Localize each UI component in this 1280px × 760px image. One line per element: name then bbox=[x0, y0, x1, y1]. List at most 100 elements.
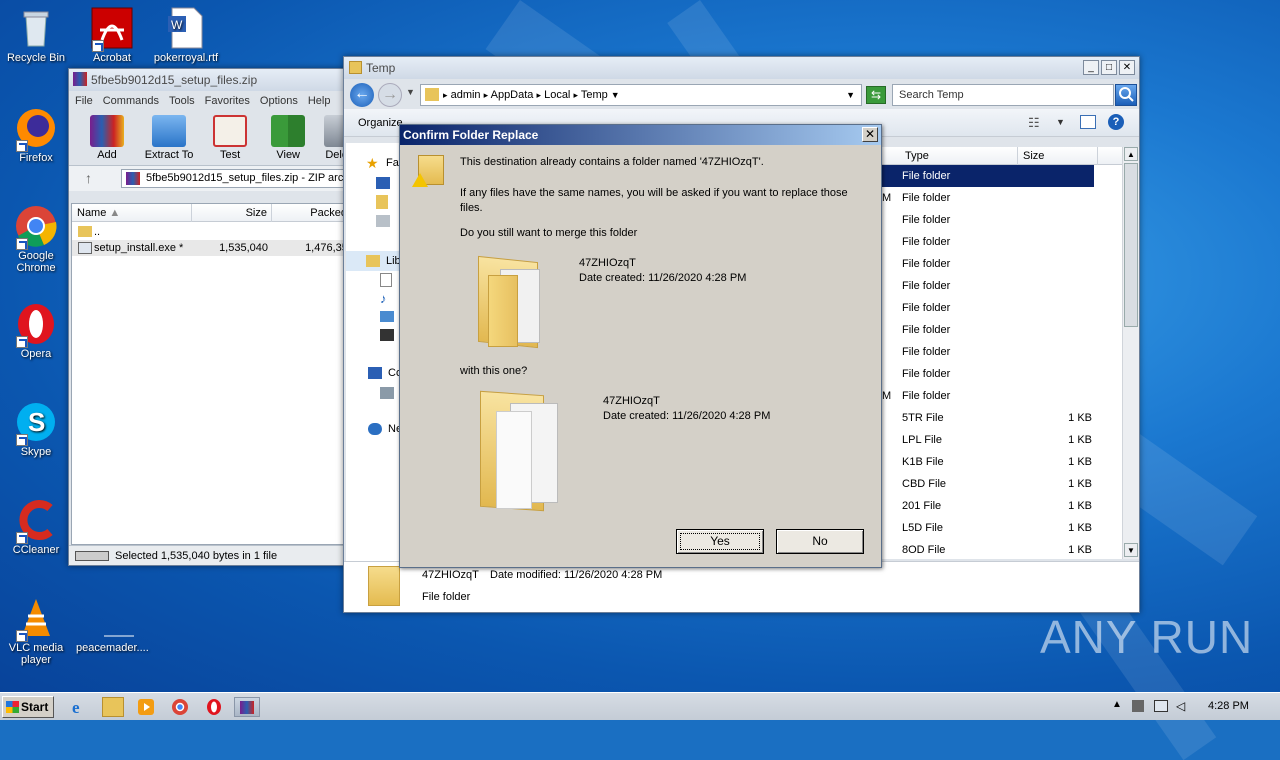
row-type: File folder bbox=[902, 390, 951, 402]
desktop-icon-recycle-bin[interactable]: Recycle Bin bbox=[0, 6, 72, 64]
file-row[interactable]: K1B File 1 KB bbox=[882, 451, 1122, 473]
maximize-button[interactable]: □ bbox=[1101, 60, 1117, 75]
file-row[interactable]: LPL File 1 KB bbox=[882, 429, 1122, 451]
recent-pages-chevron-icon[interactable]: ▼ bbox=[406, 87, 415, 97]
menu-options[interactable]: Options bbox=[260, 95, 298, 107]
search-icon[interactable] bbox=[1115, 84, 1137, 106]
winrar-taskbar-icon[interactable] bbox=[234, 697, 260, 717]
file-row[interactable]: File folder bbox=[882, 275, 1122, 297]
desktop-icon-acrobat[interactable]: Acrobat bbox=[76, 6, 148, 64]
breadcrumb-temp[interactable]: Temp bbox=[581, 89, 608, 101]
menu-file[interactable]: File bbox=[75, 95, 93, 107]
organize-button[interactable]: Organize bbox=[358, 117, 403, 129]
file-row[interactable]: File folder bbox=[882, 319, 1122, 341]
col-type[interactable]: Type bbox=[900, 147, 1018, 165]
dialog-close-button[interactable]: ✕ bbox=[862, 127, 878, 142]
file-row[interactable]: File folder bbox=[882, 165, 1094, 187]
scroll-down-icon[interactable]: ▼ bbox=[1124, 543, 1138, 557]
breadcrumb-appdata[interactable]: AppData bbox=[491, 89, 534, 101]
file-row[interactable]: File folder bbox=[882, 363, 1122, 385]
back-button[interactable]: ← bbox=[350, 83, 374, 107]
row-size: 1 KB bbox=[1068, 500, 1092, 512]
address-dropdown-icon[interactable]: ▼ bbox=[846, 85, 855, 105]
preview-pane-icon[interactable] bbox=[1080, 115, 1096, 129]
file-row[interactable]: M File folder bbox=[882, 385, 1122, 407]
desktop-icon-opera[interactable]: Opera bbox=[0, 302, 72, 360]
breadcrumb-local[interactable]: Local bbox=[544, 89, 570, 101]
file-row[interactable]: L5D File 1 KB bbox=[882, 517, 1122, 539]
winrar-titlebar[interactable]: 5fbe5b9012d15_setup_files.zip bbox=[69, 69, 357, 91]
file-row[interactable]: 5TR File 1 KB bbox=[882, 407, 1122, 429]
col-size[interactable]: Size bbox=[1018, 147, 1098, 165]
test-clipboard-icon bbox=[213, 115, 248, 147]
desktop-icon-skype[interactable]: S Skype bbox=[0, 400, 72, 458]
desktop-icon-vlc[interactable]: VLC media player bbox=[0, 596, 72, 666]
breadcrumb-admin[interactable]: admin bbox=[451, 89, 481, 101]
file-row[interactable]: File folder bbox=[882, 297, 1122, 319]
close-button[interactable]: ✕ bbox=[1119, 60, 1135, 75]
chrome-taskbar-icon[interactable] bbox=[170, 697, 192, 717]
address-bar[interactable]: ▸ admin ▸ AppData ▸ Local ▸ Temp ▼ ▼ bbox=[420, 84, 862, 106]
refresh-icon[interactable]: ⇆ bbox=[866, 86, 886, 104]
network-tray-icon[interactable] bbox=[1154, 700, 1168, 712]
minimize-button[interactable]: _ bbox=[1083, 60, 1099, 75]
documents-nav-icon bbox=[380, 273, 392, 287]
dialog-titlebar[interactable]: Confirm Folder Replace ✕ bbox=[400, 125, 881, 145]
menu-help[interactable]: Help bbox=[308, 95, 331, 107]
table-row[interactable]: .. bbox=[72, 224, 356, 240]
action-center-icon[interactable] bbox=[1132, 700, 1144, 712]
file-row[interactable]: File folder bbox=[882, 341, 1122, 363]
col-name[interactable]: Name ▲ bbox=[72, 204, 192, 222]
yes-button[interactable]: Yes bbox=[676, 529, 764, 554]
vertical-scrollbar[interactable]: ▲ ▼ bbox=[1122, 147, 1139, 559]
view-button[interactable]: View bbox=[260, 111, 316, 161]
menu-tools[interactable]: Tools bbox=[169, 95, 195, 107]
add-button[interactable]: Add bbox=[79, 111, 135, 161]
up-arrow-icon[interactable]: ↑ bbox=[85, 170, 92, 186]
show-hidden-icons-icon[interactable]: ▲ bbox=[1112, 699, 1122, 710]
file-row[interactable]: 8OD File 1 KB bbox=[882, 539, 1122, 559]
winrar-path-field[interactable]: 5fbe5b9012d15_setup_files.zip - ZIP arc bbox=[121, 169, 361, 188]
desktop-icon-firefox[interactable]: Firefox bbox=[0, 106, 72, 164]
search-input[interactable]: Search Temp bbox=[892, 84, 1114, 106]
table-row[interactable]: setup_install.exe * 1,535,040 1,476,352 bbox=[72, 240, 356, 256]
winrar-window[interactable]: 5fbe5b9012d15_setup_files.zip File Comman… bbox=[68, 68, 362, 566]
nav-favorites[interactable]: Fa bbox=[386, 157, 399, 169]
row-name: .. bbox=[94, 226, 101, 238]
explorer-taskbar-icon[interactable] bbox=[102, 697, 124, 717]
file-list[interactable]: Type Size File folder M File folder File fo… bbox=[882, 147, 1122, 559]
desktop-icon-peacemader[interactable]: peacemader.... bbox=[76, 596, 149, 654]
file-row[interactable]: File folder bbox=[882, 209, 1122, 231]
scroll-up-icon[interactable]: ▲ bbox=[1124, 147, 1138, 161]
scroll-thumb[interactable] bbox=[1124, 163, 1138, 327]
desktop-icon-pokerroyal[interactable]: W pokerroyal.rtf bbox=[150, 6, 222, 64]
media-player-taskbar-icon[interactable] bbox=[136, 697, 158, 717]
desktop-icon-ccleaner[interactable]: CCleaner bbox=[0, 498, 72, 556]
view-options-icon[interactable]: ☷ bbox=[1028, 115, 1040, 131]
file-row[interactable]: File folder bbox=[882, 253, 1122, 275]
extract-to-button[interactable]: Extract To bbox=[138, 111, 200, 161]
explorer-titlebar[interactable]: Temp _ □ ✕ bbox=[344, 57, 1139, 79]
opera-taskbar-icon[interactable] bbox=[204, 697, 226, 717]
incoming-folder-date: Date created: 11/26/2020 4:28 PM bbox=[603, 410, 771, 422]
clock[interactable]: 4:28 PM bbox=[1208, 700, 1249, 712]
no-button[interactable]: No bbox=[776, 529, 864, 554]
view-dropdown-icon[interactable]: ▼ bbox=[1056, 117, 1065, 127]
navigation-pane[interactable]: ★ Fa Lib ♪ Co Ne bbox=[346, 143, 402, 563]
start-button[interactable]: Start bbox=[2, 696, 54, 718]
menu-favorites[interactable]: Favorites bbox=[205, 95, 250, 107]
file-row[interactable]: CBD File 1 KB bbox=[882, 473, 1122, 495]
col-size[interactable]: Size bbox=[192, 204, 272, 222]
ie-taskbar-icon[interactable]: e bbox=[68, 697, 90, 717]
test-button[interactable]: Test bbox=[203, 111, 257, 161]
forward-button[interactable]: → bbox=[378, 83, 402, 107]
winrar-file-list[interactable]: Name ▲ Size Packed .. setup_install.exe … bbox=[71, 203, 362, 545]
volume-icon[interactable]: ◁ bbox=[1176, 699, 1185, 713]
file-row[interactable]: File folder bbox=[882, 231, 1122, 253]
menu-commands[interactable]: Commands bbox=[103, 95, 159, 107]
confirm-folder-replace-dialog[interactable]: Confirm Folder Replace ✕ This destinatio… bbox=[399, 124, 882, 568]
desktop-icon-chrome[interactable]: Google Chrome bbox=[0, 204, 72, 274]
file-row[interactable]: 201 File 1 KB bbox=[882, 495, 1122, 517]
file-row[interactable]: M File folder bbox=[882, 187, 1122, 209]
help-icon[interactable]: ? bbox=[1108, 114, 1124, 130]
